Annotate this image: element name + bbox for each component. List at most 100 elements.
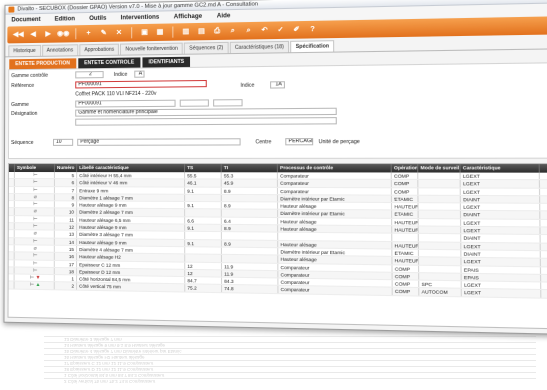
search-plus-icon[interactable]: ⌕: [243, 26, 254, 36]
delete-icon[interactable]: ✕: [114, 28, 124, 38]
symbol-cell: ⌀: [14, 193, 55, 201]
tab-3[interactable]: Nouvelle fonitervention: [120, 42, 184, 55]
menu-interventions[interactable]: Interventions: [121, 14, 160, 21]
ti-cell: 11.9: [221, 262, 279, 270]
ts-cell: 75.2: [185, 284, 223, 292]
number-cell: 16: [54, 253, 78, 260]
gamme-extra-field-1[interactable]: [179, 99, 209, 107]
print-icon[interactable]: ⎙: [212, 26, 223, 36]
ts-cell: [185, 254, 222, 262]
designation-field[interactable]: Gamme et nomenclature principale: [75, 107, 337, 117]
operation-cell: ETAMIC: [392, 210, 419, 218]
ts-cell: 12: [185, 262, 223, 270]
tab-0[interactable]: Historique: [8, 44, 41, 57]
search-icon[interactable]: ⌕: [228, 26, 239, 36]
menu-affichage[interactable]: Affichage: [174, 13, 202, 20]
operation-cell: ETAMIC: [391, 195, 419, 203]
ti-cell: [221, 209, 279, 217]
symbol-cell: ⊢: [14, 179, 55, 186]
operation-cell: COMP: [392, 264, 420, 272]
menu-aide[interactable]: Aide: [217, 13, 231, 19]
indice-field[interactable]: A: [134, 70, 145, 78]
process-cell: Hauteur alésage: [278, 225, 393, 234]
ti-cell: 55.3: [221, 172, 278, 179]
tab-6[interactable]: Spécification: [290, 40, 335, 53]
number-cell: 9: [54, 201, 78, 208]
sequence-name-field[interactable]: Perçage: [77, 138, 241, 146]
add-icon[interactable]: +: [83, 28, 93, 38]
menu-document[interactable]: Document: [11, 16, 40, 23]
sequence-number-field[interactable]: 10: [52, 138, 74, 146]
save-icon[interactable]: ▣: [139, 27, 149, 37]
number-cell: 6: [54, 179, 78, 186]
check-icon[interactable]: ✓: [275, 25, 286, 35]
indice-field-2[interactable]: 1A: [270, 81, 285, 89]
label-cell: Hauteur alésage 6,5 mm: [77, 216, 186, 224]
next-record-icon[interactable]: ▶: [43, 29, 53, 39]
label-cell: Diamètre 2 alésage 7 mm: [77, 208, 186, 217]
characteristic-cell: DIAINT: [461, 211, 541, 219]
tools-icon[interactable]: ✐: [291, 25, 302, 36]
column-header-1[interactable]: Symbole: [14, 164, 55, 173]
mode-cell: [418, 203, 462, 211]
ts-cell: [185, 194, 222, 202]
mode-cell: [418, 249, 462, 257]
ts-cell: [185, 209, 222, 217]
tab-2[interactable]: Approbations: [79, 43, 120, 56]
gamme-controle-field[interactable]: 2: [75, 71, 104, 79]
column-header-5[interactable]: TI: [221, 164, 278, 173]
grid-body: ⊢ 5 Côté intérieur H 55,4 mm 55.5 55.3 Compar…: [8, 172, 547, 299]
operation-cell: [392, 234, 419, 241]
characteristic-cell: LGEXT: [460, 188, 541, 196]
symbol-cell: ⊢: [14, 201, 55, 208]
ti-cell: 8.9: [221, 224, 279, 232]
column-header-8[interactable]: Mode de surveillance: [418, 164, 461, 173]
column-header-6[interactable]: Processus de contrôle: [277, 164, 392, 173]
operation-cell: HAUTEUR: [392, 257, 420, 265]
ts-cell: 9.1: [185, 239, 222, 247]
designation-field-2[interactable]: [75, 117, 337, 126]
ts-cell: 9.1: [185, 224, 222, 232]
gamme-field[interactable]: PF000091: [75, 99, 176, 108]
binoculars-icon[interactable]: ◉◉: [57, 29, 69, 39]
column-header-9[interactable]: Caractéristique: [460, 164, 540, 173]
column-header-2[interactable]: Numéro: [54, 164, 78, 173]
help-icon[interactable]: ?: [307, 24, 318, 35]
prev-record-icon[interactable]: ◀: [28, 29, 38, 39]
mode-cell: [418, 187, 461, 195]
reflection-line: 2 Côté vertical 75 mm 75.2 74.8 Comparat…: [44, 378, 536, 384]
ts-cell: 12: [185, 269, 223, 277]
menu-edition[interactable]: Edition: [55, 16, 75, 22]
indice-label-2: Indice: [240, 82, 255, 89]
edit-icon[interactable]: ✎: [99, 28, 109, 38]
characteristic-cell: LGEXT: [461, 289, 542, 298]
reflection-line: 14 Hauteur alésage 9 mm 9.1 8.9 Hauteur …: [44, 342, 536, 348]
column-header-7[interactable]: Opération: [391, 164, 419, 173]
tab-4[interactable]: Séquences (2): [184, 41, 229, 54]
indice-label: Indice: [113, 71, 128, 78]
reflection-line: 13 Diamètre 3 alésage 7 mm: [44, 336, 536, 342]
reference-field[interactable]: PF000091: [75, 79, 207, 89]
characteristic-cell: LGEXT: [460, 203, 541, 211]
unite-label: Unité de perçage: [318, 138, 360, 146]
first-record-icon[interactable]: ◀◀: [13, 30, 24, 40]
menu-outils[interactable]: Outils: [89, 15, 106, 21]
column-header-3[interactable]: Libellé caractéristique: [77, 164, 186, 173]
symbol-cell: ⊢ ▼: [14, 274, 55, 282]
tab-5[interactable]: Caractéristiques (18): [229, 40, 290, 54]
column-header-4[interactable]: TS: [185, 164, 222, 173]
process-cell: Hauteur alésage: [278, 240, 393, 249]
tab-1[interactable]: Annotations: [41, 44, 79, 56]
mode-cell: [419, 265, 462, 273]
label-cell: Hauteur alésage 9 mm: [77, 223, 186, 232]
symbol-cell: ⌀: [14, 230, 55, 238]
reflection-line: 18 Epaisseur D 12 mm 12 11.9 Comparateur: [44, 366, 536, 372]
centre-field[interactable]: PERCAGE: [285, 138, 314, 146]
grid-icon[interactable]: ▦: [155, 27, 165, 37]
subtab-2[interactable]: IDENTIFIANTS: [142, 56, 191, 68]
chart-icon[interactable]: ▥: [181, 27, 191, 37]
undo-icon[interactable]: ↶: [259, 25, 270, 35]
report-icon[interactable]: ▤: [196, 26, 206, 36]
ti-cell: 8.9: [221, 240, 279, 248]
gamme-extra-field-2[interactable]: [213, 99, 243, 107]
